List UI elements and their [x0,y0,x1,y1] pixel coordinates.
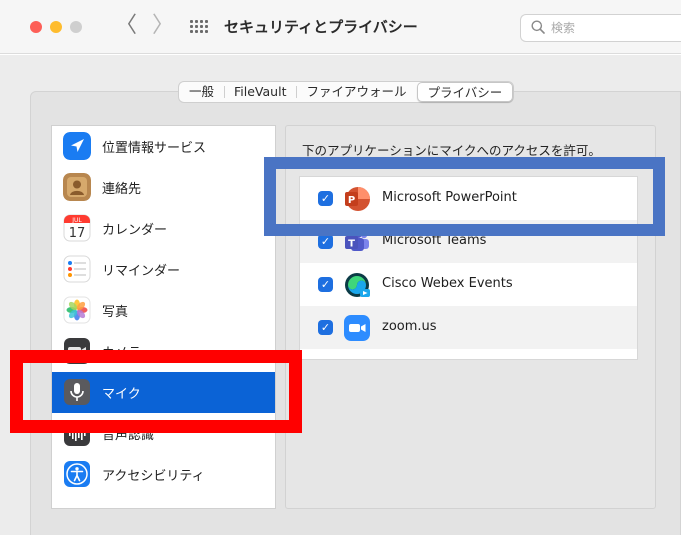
reminders-icon [63,255,91,283]
calendar-month-text: JUL [71,217,82,224]
sidebar-item-contacts[interactable]: 連絡先 [52,167,275,208]
svg-text:T: T [348,239,355,250]
tab-firewall[interactable]: ファイアウォール [296,82,416,102]
app-checkbox[interactable]: ✓ [318,234,333,249]
tab-bar: 一般 FileVault ファイアウォール プライバシー [178,81,515,103]
sidebar-item-calendar[interactable]: JUL 17 カレンダー [52,208,275,249]
sidebar-item-photos[interactable]: 写真 [52,290,275,331]
highlight-box-red [10,350,302,433]
sidebar-item-label: カレンダー [102,223,168,238]
forward-button[interactable]: 〉 [152,12,174,40]
sidebar-item-label: 連絡先 [102,182,142,197]
app-name: zoom.us [382,319,437,334]
location-arrow-icon [63,132,91,160]
sidebar-item-reminders[interactable]: リマインダー [52,249,275,290]
highlight-box-blue [264,157,665,236]
sidebar-item-label: アクセシビリティ [102,469,205,484]
app-row-webex: ✓ Cisco Webex Events [300,263,637,306]
tab-privacy[interactable]: プライバシー [416,82,514,102]
app-checkbox[interactable]: ✓ [318,277,333,292]
sidebar-item-label: 位置情報サービス [102,141,207,156]
sidebar-item-label: 写真 [102,305,129,320]
show-all-grid-icon[interactable] [190,20,208,34]
zoom-window-button[interactable] [70,21,82,33]
tab-general[interactable]: 一般 [179,82,224,102]
calendar-day-text: 17 [69,226,86,241]
sidebar-item-accessibility[interactable]: アクセシビリティ [52,454,275,495]
search-field[interactable] [520,14,681,42]
accessibility-icon [64,461,90,487]
privacy-category-list: 位置情報サービス 連絡先 JUL 17 カレンダー リマインダー 写真 カメラ … [51,125,276,509]
sidebar-item-label: リマインダー [102,264,181,279]
search-input[interactable] [551,19,671,37]
photos-icon [63,296,91,324]
title-bar: 〈 〉 セキュリティとプライバシー [0,0,681,54]
back-button[interactable]: 〈 [115,12,137,40]
search-icon [531,20,545,34]
app-name: Cisco Webex Events [382,276,513,291]
calendar-icon: JUL 17 [63,214,91,242]
minimize-window-button[interactable] [50,21,62,33]
app-row-zoom: ✓ zoom.us [300,306,637,349]
tab-filevault[interactable]: FileVault [224,82,296,102]
contacts-icon [63,173,91,201]
webex-icon [345,273,370,297]
sidebar-item-location-services[interactable]: 位置情報サービス [52,126,275,167]
zoom-icon [344,315,370,341]
window-title: セキュリティとプライバシー [224,18,418,36]
close-window-button[interactable] [30,21,42,33]
app-checkbox[interactable]: ✓ [318,320,333,335]
